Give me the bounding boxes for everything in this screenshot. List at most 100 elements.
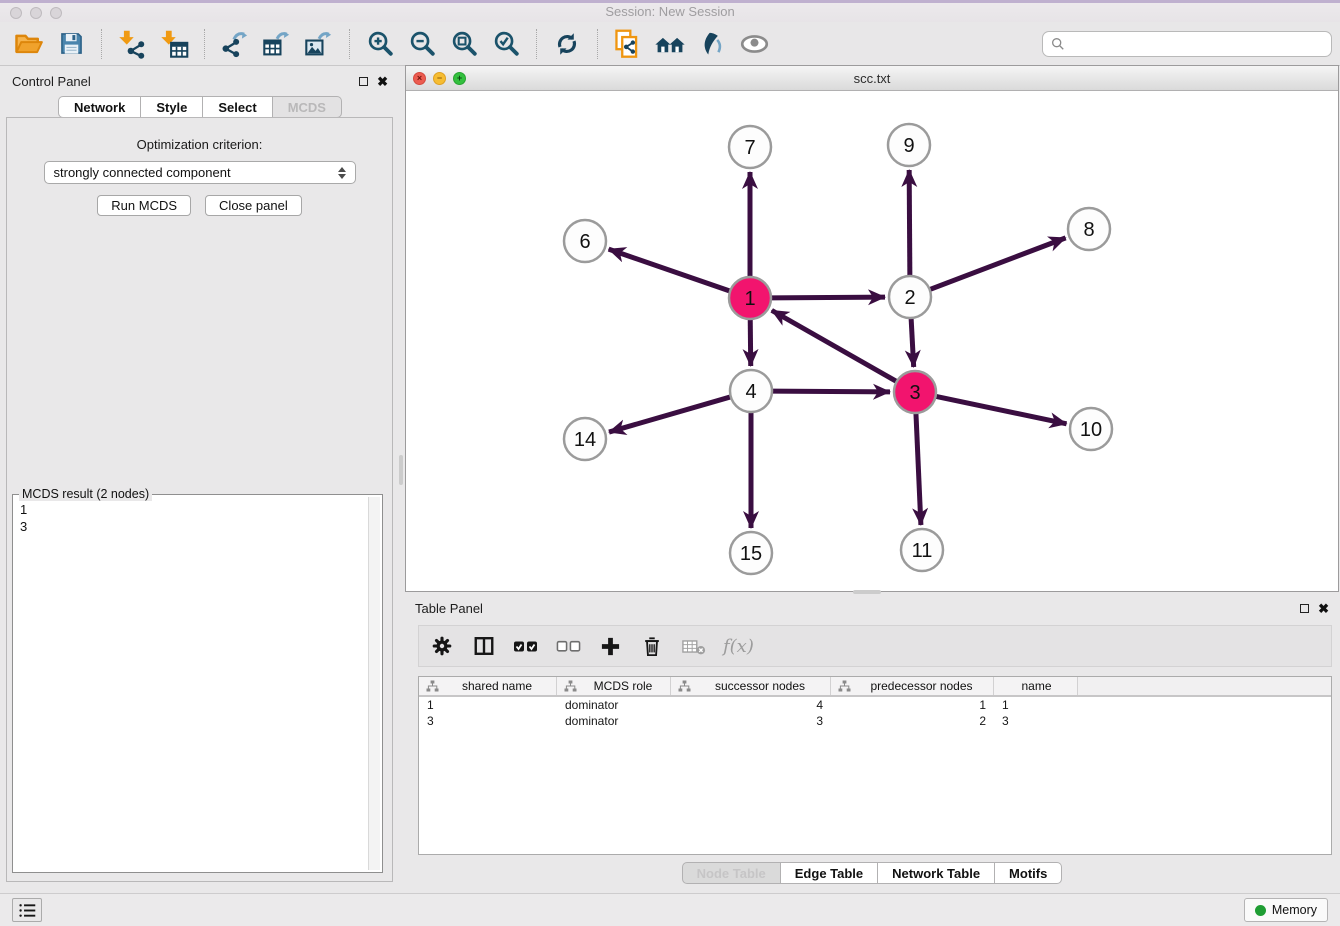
graph-edge-1-4[interactable] [750, 319, 751, 366]
search-input[interactable] [1070, 36, 1323, 51]
table-cell: 1 [419, 697, 557, 713]
graph-node-label: 10 [1080, 419, 1102, 441]
import-table-icon [159, 29, 189, 59]
graph-node-3[interactable]: 3 [894, 371, 936, 413]
zoom-selected-button[interactable] [485, 25, 527, 63]
global-search[interactable] [1042, 31, 1332, 57]
graph-node-10[interactable]: 10 [1070, 408, 1112, 450]
graph-node-7[interactable]: 7 [729, 126, 771, 168]
show-column-panel-button[interactable] [471, 631, 497, 661]
export-network-button[interactable] [214, 25, 256, 63]
network-window-title: scc.txt [406, 71, 1338, 86]
graph-edge-3-1[interactable] [772, 310, 897, 381]
column-header-predecessor-nodes[interactable]: predecessor nodes [831, 677, 994, 695]
zoom-fit-button[interactable] [443, 25, 485, 63]
column-header-shared-name[interactable]: shared name [419, 677, 557, 695]
graph-node-14[interactable]: 14 [564, 418, 606, 460]
close-panel-button[interactable]: Close panel [205, 195, 302, 216]
deselect-all-columns-button[interactable] [555, 631, 581, 661]
minimize-view-icon[interactable]: − [433, 72, 446, 85]
zoom-fit-icon [450, 29, 479, 58]
tab-select[interactable]: Select [203, 96, 272, 118]
style-brush-button[interactable] [691, 25, 733, 63]
network-graph: 7 9 6 8 1 2 4 3 14 10 15 11 [406, 91, 1338, 591]
graph-node-8[interactable]: 8 [1068, 208, 1110, 250]
create-column-button[interactable] [597, 631, 623, 661]
float-table-panel-icon[interactable] [1300, 604, 1309, 613]
toolbar-separator [204, 29, 205, 59]
import-table-button[interactable] [153, 25, 195, 63]
column-header-name[interactable]: name [994, 677, 1078, 695]
zoom-in-icon [366, 29, 395, 58]
select-all-columns-button[interactable] [513, 631, 539, 661]
export-table-button[interactable] [256, 25, 298, 63]
status-bar: Memory [0, 893, 1340, 926]
zoom-selected-icon [492, 29, 521, 58]
open-session-button[interactable] [8, 25, 50, 63]
graph-node-6[interactable]: 6 [564, 220, 606, 262]
result-scrollbar[interactable] [368, 497, 380, 870]
graph-edge-3-11[interactable] [916, 413, 921, 525]
control-panel-body: Optimization criterion: strongly connect… [6, 117, 393, 882]
graph-edge-2-3[interactable] [911, 318, 914, 367]
save-session-button[interactable] [50, 25, 92, 63]
graph-node-2[interactable]: 2 [889, 276, 931, 318]
graph-node-1[interactable]: 1 [729, 277, 771, 319]
run-mcds-button[interactable]: Run MCDS [97, 195, 191, 216]
tab-node-table[interactable]: Node Table [682, 862, 781, 884]
tab-mcds[interactable]: MCDS [273, 96, 342, 118]
network-canvas[interactable]: 7 9 6 8 1 2 4 3 14 10 15 11 [406, 91, 1338, 591]
toolbar-separator [349, 29, 350, 59]
horizontal-splitter-handle[interactable] [853, 590, 881, 594]
result-line: 3 [20, 518, 362, 535]
function-builder-button[interactable]: f(x) [723, 631, 754, 661]
style-brush-icon [698, 30, 726, 58]
graph-edge-4-14[interactable] [609, 397, 731, 432]
close-table-panel-icon[interactable]: ✖ [1318, 602, 1329, 615]
graph-node-11[interactable]: 11 [901, 529, 943, 571]
split-columns-icon [473, 635, 495, 657]
vertical-splitter-handle[interactable] [399, 455, 403, 485]
zoom-out-button[interactable] [401, 25, 443, 63]
zoom-in-button[interactable] [359, 25, 401, 63]
tab-network[interactable]: Network [58, 96, 141, 118]
criterion-dropdown[interactable]: strongly connected component [44, 161, 356, 184]
show-graphics-button[interactable] [733, 25, 775, 63]
graph-edge-2-8[interactable] [930, 238, 1066, 290]
tree-icon [564, 680, 577, 692]
export-image-button[interactable] [298, 25, 340, 63]
graph-edge-2-9[interactable] [909, 170, 910, 276]
float-panel-icon[interactable] [359, 77, 368, 86]
graph-node-4[interactable]: 4 [730, 370, 772, 412]
tab-motifs[interactable]: Motifs [995, 862, 1062, 884]
column-header-successor-nodes[interactable]: successor nodes [671, 677, 831, 695]
node-table: shared nameMCDS rolesuccessor nodesprede… [418, 676, 1332, 855]
import-network-button[interactable] [111, 25, 153, 63]
task-history-button[interactable] [12, 898, 42, 922]
delete-column-button[interactable] [639, 631, 665, 661]
graph-node-9[interactable]: 9 [888, 124, 930, 166]
graph-node-label: 11 [912, 540, 933, 562]
tab-style[interactable]: Style [141, 96, 203, 118]
graph-edge-4-3[interactable] [772, 391, 890, 392]
close-panel-icon[interactable]: ✖ [377, 75, 388, 88]
delete-table-button[interactable] [681, 631, 707, 661]
table-settings-button[interactable] [429, 631, 455, 661]
double-home-button[interactable] [649, 25, 691, 63]
table-row[interactable]: 1dominator411 [419, 697, 1331, 713]
tab-edge-table[interactable]: Edge Table [781, 862, 878, 884]
table-row[interactable]: 3dominator323 [419, 713, 1331, 729]
maximize-view-icon[interactable]: + [453, 72, 466, 85]
refresh-view-button[interactable] [546, 25, 588, 63]
graph-edge-1-2[interactable] [771, 297, 885, 298]
tab-network-table[interactable]: Network Table [878, 862, 995, 884]
main-toolbar [0, 22, 1340, 66]
graph-node-15[interactable]: 15 [730, 532, 772, 574]
save-floppy-icon [58, 30, 85, 57]
graph-edge-1-6[interactable] [609, 249, 731, 291]
close-view-icon[interactable]: × [413, 72, 426, 85]
graph-edge-3-10[interactable] [936, 396, 1067, 424]
clone-network-button[interactable] [607, 25, 649, 63]
column-header-MCDS-role[interactable]: MCDS role [557, 677, 671, 695]
memory-button[interactable]: Memory [1244, 898, 1328, 922]
